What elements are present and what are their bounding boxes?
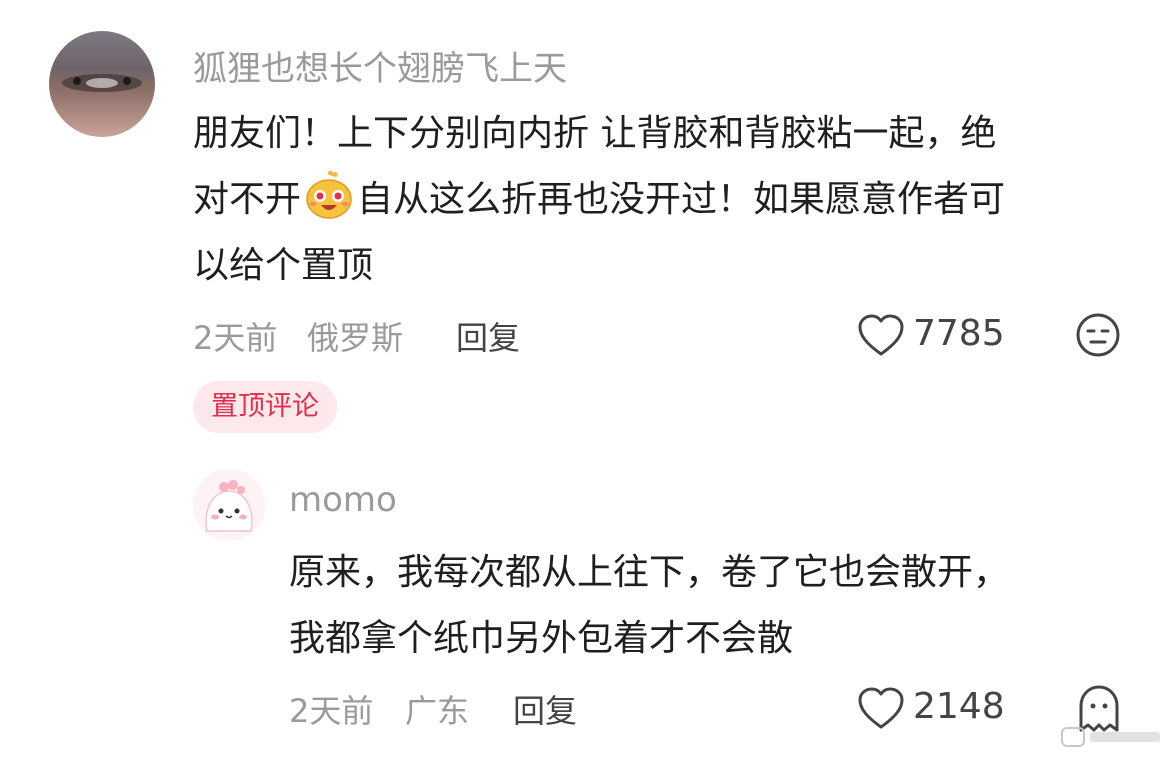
heart-icon (857, 687, 905, 731)
reply-like-button[interactable]: 2148 (857, 683, 1017, 735)
reply-text: 原来，我每次都从上往下，卷了它也会散开， 我都拿个纸巾另外包着才不会散 (289, 540, 1149, 672)
comment-text-line: 以给个置顶 (193, 245, 374, 286)
like-button[interactable]: 7785 (857, 310, 1027, 362)
comment-location: 俄罗斯 (307, 319, 404, 357)
pinned-comment-badge: 置顶评论 (193, 381, 337, 433)
reply-location: 广东 (405, 692, 470, 730)
reply-reply-button[interactable]: 回复 (513, 686, 577, 732)
comment-text-line: 朋友们！上下分别向内折 让背胶和背胶粘一起，绝 (193, 113, 997, 154)
comment-text: 朋友们！上下分别向内折 让背胶和背胶粘一起，绝 对不开 自从这么折再也没开过！如… (193, 101, 1133, 299)
heart-icon (857, 314, 905, 358)
comment-text-line: 对不开 自从这么折再也没开过！如果愿意作者可 (193, 167, 1133, 233)
reply-like-count: 2148 (913, 686, 1005, 727)
reply-text-line: 我都拿个纸巾另外包着才不会散 (289, 618, 794, 659)
comment-username[interactable]: 狐狸也想长个翅膀飞上天 (193, 41, 567, 90)
like-count: 7785 (913, 313, 1005, 354)
reply-username[interactable]: momo (289, 480, 397, 520)
reply-text-line: 原来，我每次都从上往下，卷了它也会散开， (289, 552, 1010, 593)
dislike-face-icon[interactable] (1075, 312, 1121, 358)
comment-time: 2天前 (193, 319, 278, 357)
comment-text-segment: 自从这么折再也没开过！如果愿意作者可 (357, 179, 1006, 220)
reply-button[interactable]: 回复 (456, 313, 520, 359)
emoji-icon (303, 169, 355, 221)
reply-time: 2天前 (289, 692, 374, 730)
avatar[interactable] (49, 31, 155, 137)
comment-text-segment: 对不开 (193, 179, 302, 220)
watermark-logo (1060, 722, 1165, 752)
reply-avatar[interactable] (193, 469, 265, 541)
